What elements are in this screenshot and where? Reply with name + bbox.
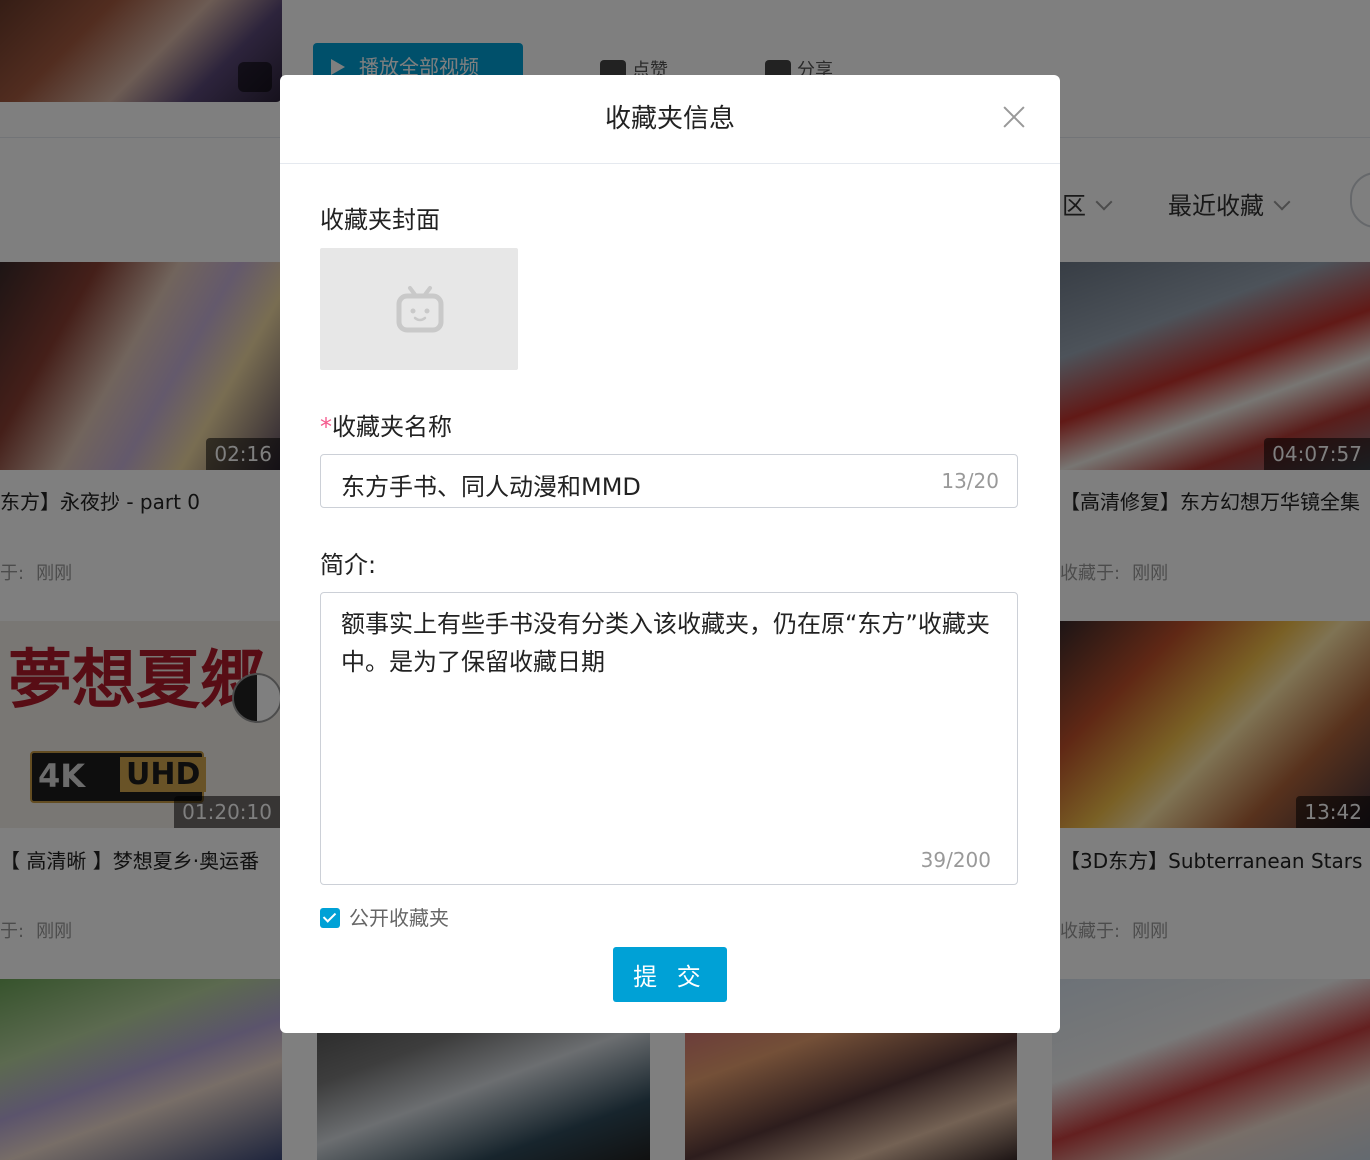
submit-button[interactable]: 提 交 bbox=[613, 947, 727, 1002]
bilibili-tv-icon bbox=[396, 286, 444, 333]
favorites-page: 播放全部视频 点赞 分享 区 最近收藏 02:16 东方】永夜抄 - part … bbox=[0, 0, 1370, 1160]
public-label: 公开收藏夹 bbox=[349, 906, 449, 930]
cover-upload[interactable] bbox=[320, 248, 518, 370]
description-textarea[interactable]: 额事实上有些手书没有分类入该收藏夹，仍在原“东方”收藏夹中。是为了保留收藏日期 … bbox=[320, 592, 1018, 885]
cover-label: 收藏夹封面 bbox=[320, 206, 440, 234]
desc-char-count: 39/200 bbox=[920, 848, 991, 872]
folder-info-dialog: 收藏夹信息 收藏夹封面 *收藏夹名称 东方手书、同人动漫和MMD 13/20 简… bbox=[280, 75, 1060, 1033]
desc-label: 简介: bbox=[320, 551, 377, 579]
close-icon[interactable] bbox=[1002, 105, 1026, 129]
name-char-count: 13/20 bbox=[941, 469, 999, 493]
folder-name-value: 东方手书、同人动漫和MMD bbox=[341, 473, 641, 501]
dialog-title: 收藏夹信息 bbox=[280, 75, 1060, 164]
folder-name-input[interactable]: 东方手书、同人动漫和MMD 13/20 bbox=[320, 454, 1018, 508]
required-mark: * bbox=[320, 413, 332, 441]
public-checkbox[interactable] bbox=[320, 908, 340, 928]
public-toggle[interactable]: 公开收藏夹 bbox=[320, 902, 449, 931]
name-label: *收藏夹名称 bbox=[320, 413, 452, 441]
description-value: 额事实上有些手书没有分类入该收藏夹，仍在原“东方”收藏夹中。是为了保留收藏日期 bbox=[341, 610, 990, 676]
